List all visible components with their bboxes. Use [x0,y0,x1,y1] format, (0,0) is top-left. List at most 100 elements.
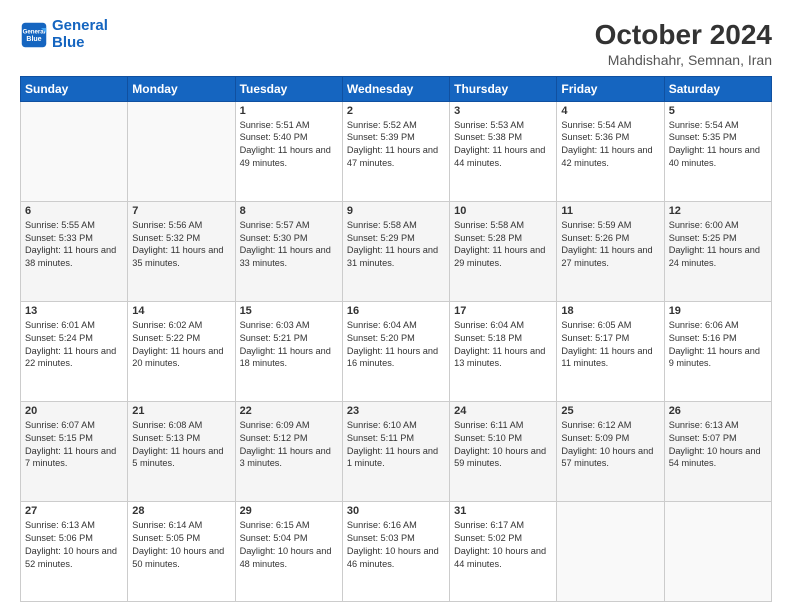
day-number: 12 [669,205,767,217]
calendar-cell: 12 Sunrise: 6:00 AM Sunset: 5:25 PM Dayli… [664,201,771,301]
day-detail: Sunrise: 6:10 AM Sunset: 5:11 PM Dayligh… [347,419,445,471]
day-detail: Sunrise: 5:54 AM Sunset: 5:36 PM Dayligh… [561,119,659,171]
day-number: 2 [347,105,445,117]
calendar-cell: 10 Sunrise: 5:58 AM Sunset: 5:28 PM Dayli… [450,201,557,301]
day-detail: Sunrise: 6:13 AM Sunset: 5:06 PM Dayligh… [25,519,123,571]
day-detail: Sunrise: 6:07 AM Sunset: 5:15 PM Dayligh… [25,419,123,471]
day-detail: Sunrise: 5:54 AM Sunset: 5:35 PM Dayligh… [669,119,767,171]
calendar-cell [128,101,235,201]
calendar-cell: 29 Sunrise: 6:15 AM Sunset: 5:04 PM Dayli… [235,501,342,601]
day-number: 8 [240,205,338,217]
day-number: 6 [25,205,123,217]
weekday-header: Wednesday [342,76,449,101]
day-number: 29 [240,505,338,517]
day-number: 21 [132,405,230,417]
calendar-cell: 4Sunrise: 5:54 AM Sunset: 5:36 PM Daylig… [557,101,664,201]
day-number: 16 [347,305,445,317]
day-detail: Sunrise: 6:15 AM Sunset: 5:04 PM Dayligh… [240,519,338,571]
day-number: 10 [454,205,552,217]
day-number: 19 [669,305,767,317]
day-number: 25 [561,405,659,417]
day-detail: Sunrise: 5:59 AM Sunset: 5:26 PM Dayligh… [561,219,659,271]
day-number: 31 [454,505,552,517]
day-number: 9 [347,205,445,217]
day-detail: Sunrise: 6:08 AM Sunset: 5:13 PM Dayligh… [132,419,230,471]
svg-text:General: General [23,28,46,35]
calendar-week-row: 13Sunrise: 6:01 AM Sunset: 5:24 PM Dayli… [21,301,772,401]
calendar-cell: 28Sunrise: 6:14 AM Sunset: 5:05 PM Dayli… [128,501,235,601]
calendar-cell: 20Sunrise: 6:07 AM Sunset: 5:15 PM Dayli… [21,401,128,501]
page: General Blue General Blue October 2024 M… [0,0,792,612]
calendar-cell: 27 Sunrise: 6:13 AM Sunset: 5:06 PM Dayli… [21,501,128,601]
calendar-cell: 15 Sunrise: 6:03 AM Sunset: 5:21 PM Dayli… [235,301,342,401]
day-number: 7 [132,205,230,217]
logo-blue: Blue [52,34,85,51]
day-detail: Sunrise: 5:51 AM Sunset: 5:40 PM Dayligh… [240,119,338,171]
day-number: 1 [240,105,338,117]
day-number: 23 [347,405,445,417]
day-detail: Sunrise: 6:01 AM Sunset: 5:24 PM Dayligh… [25,319,123,371]
calendar-week-row: 20Sunrise: 6:07 AM Sunset: 5:15 PM Dayli… [21,401,772,501]
calendar-cell: 30 Sunrise: 6:16 AM Sunset: 5:03 PM Dayli… [342,501,449,601]
weekday-header: Friday [557,76,664,101]
calendar-cell: 24 Sunrise: 6:11 AM Sunset: 5:10 PM Dayli… [450,401,557,501]
calendar-cell: 8 Sunrise: 5:57 AM Sunset: 5:30 PM Daylig… [235,201,342,301]
day-detail: Sunrise: 6:06 AM Sunset: 5:16 PM Dayligh… [669,319,767,371]
weekday-header: Sunday [21,76,128,101]
day-detail: Sunrise: 6:16 AM Sunset: 5:03 PM Dayligh… [347,519,445,571]
calendar-cell: 22Sunrise: 6:09 AM Sunset: 5:12 PM Dayli… [235,401,342,501]
calendar-week-row: 6 Sunrise: 5:55 AM Sunset: 5:33 PM Daylig… [21,201,772,301]
day-number: 17 [454,305,552,317]
day-number: 22 [240,405,338,417]
day-detail: Sunrise: 5:58 AM Sunset: 5:29 PM Dayligh… [347,219,445,271]
logo-general: General [52,17,108,34]
day-detail: Sunrise: 6:11 AM Sunset: 5:10 PM Dayligh… [454,419,552,471]
day-number: 14 [132,305,230,317]
calendar-cell [557,501,664,601]
day-detail: Sunrise: 6:04 AM Sunset: 5:18 PM Dayligh… [454,319,552,371]
day-detail: Sunrise: 5:56 AM Sunset: 5:32 PM Dayligh… [132,219,230,271]
calendar-cell: 23 Sunrise: 6:10 AM Sunset: 5:11 PM Dayli… [342,401,449,501]
day-number: 15 [240,305,338,317]
calendar-cell: 11 Sunrise: 5:59 AM Sunset: 5:26 PM Dayli… [557,201,664,301]
logo-text: General Blue [52,18,108,51]
day-detail: Sunrise: 6:13 AM Sunset: 5:07 PM Dayligh… [669,419,767,471]
calendar-cell: 5Sunrise: 5:54 AM Sunset: 5:35 PM Daylig… [664,101,771,201]
logo: General Blue General Blue [20,18,108,51]
calendar-cell: 21 Sunrise: 6:08 AM Sunset: 5:13 PM Dayli… [128,401,235,501]
weekday-header: Monday [128,76,235,101]
calendar-cell: 13Sunrise: 6:01 AM Sunset: 5:24 PM Dayli… [21,301,128,401]
calendar-table: SundayMondayTuesdayWednesdayThursdayFrid… [20,76,772,602]
calendar-cell: 14 Sunrise: 6:02 AM Sunset: 5:22 PM Dayli… [128,301,235,401]
calendar-cell: 19 Sunrise: 6:06 AM Sunset: 5:16 PM Dayli… [664,301,771,401]
calendar-cell: 17 Sunrise: 6:04 AM Sunset: 5:18 PM Dayli… [450,301,557,401]
calendar-cell: 6 Sunrise: 5:55 AM Sunset: 5:33 PM Daylig… [21,201,128,301]
calendar-cell: 31Sunrise: 6:17 AM Sunset: 5:02 PM Dayli… [450,501,557,601]
day-number: 30 [347,505,445,517]
weekday-header: Saturday [664,76,771,101]
day-detail: Sunrise: 6:12 AM Sunset: 5:09 PM Dayligh… [561,419,659,471]
day-number: 28 [132,505,230,517]
calendar-cell: 16Sunrise: 6:04 AM Sunset: 5:20 PM Dayli… [342,301,449,401]
day-number: 11 [561,205,659,217]
day-number: 27 [25,505,123,517]
header: General Blue General Blue October 2024 M… [20,18,772,68]
day-detail: Sunrise: 5:57 AM Sunset: 5:30 PM Dayligh… [240,219,338,271]
svg-text:Blue: Blue [26,36,41,43]
calendar-week-row: 27 Sunrise: 6:13 AM Sunset: 5:06 PM Dayli… [21,501,772,601]
day-number: 3 [454,105,552,117]
day-number: 26 [669,405,767,417]
calendar-cell: 18Sunrise: 6:05 AM Sunset: 5:17 PM Dayli… [557,301,664,401]
day-detail: Sunrise: 6:03 AM Sunset: 5:21 PM Dayligh… [240,319,338,371]
calendar-cell [21,101,128,201]
day-number: 24 [454,405,552,417]
day-detail: Sunrise: 5:53 AM Sunset: 5:38 PM Dayligh… [454,119,552,171]
day-detail: Sunrise: 6:05 AM Sunset: 5:17 PM Dayligh… [561,319,659,371]
calendar-cell: 7 Sunrise: 5:56 AM Sunset: 5:32 PM Daylig… [128,201,235,301]
weekday-header: Thursday [450,76,557,101]
day-detail: Sunrise: 5:55 AM Sunset: 5:33 PM Dayligh… [25,219,123,271]
sub-title: Mahdishahr, Semnan, Iran [595,52,772,68]
day-detail: Sunrise: 5:58 AM Sunset: 5:28 PM Dayligh… [454,219,552,271]
day-detail: Sunrise: 6:02 AM Sunset: 5:22 PM Dayligh… [132,319,230,371]
day-detail: Sunrise: 6:00 AM Sunset: 5:25 PM Dayligh… [669,219,767,271]
